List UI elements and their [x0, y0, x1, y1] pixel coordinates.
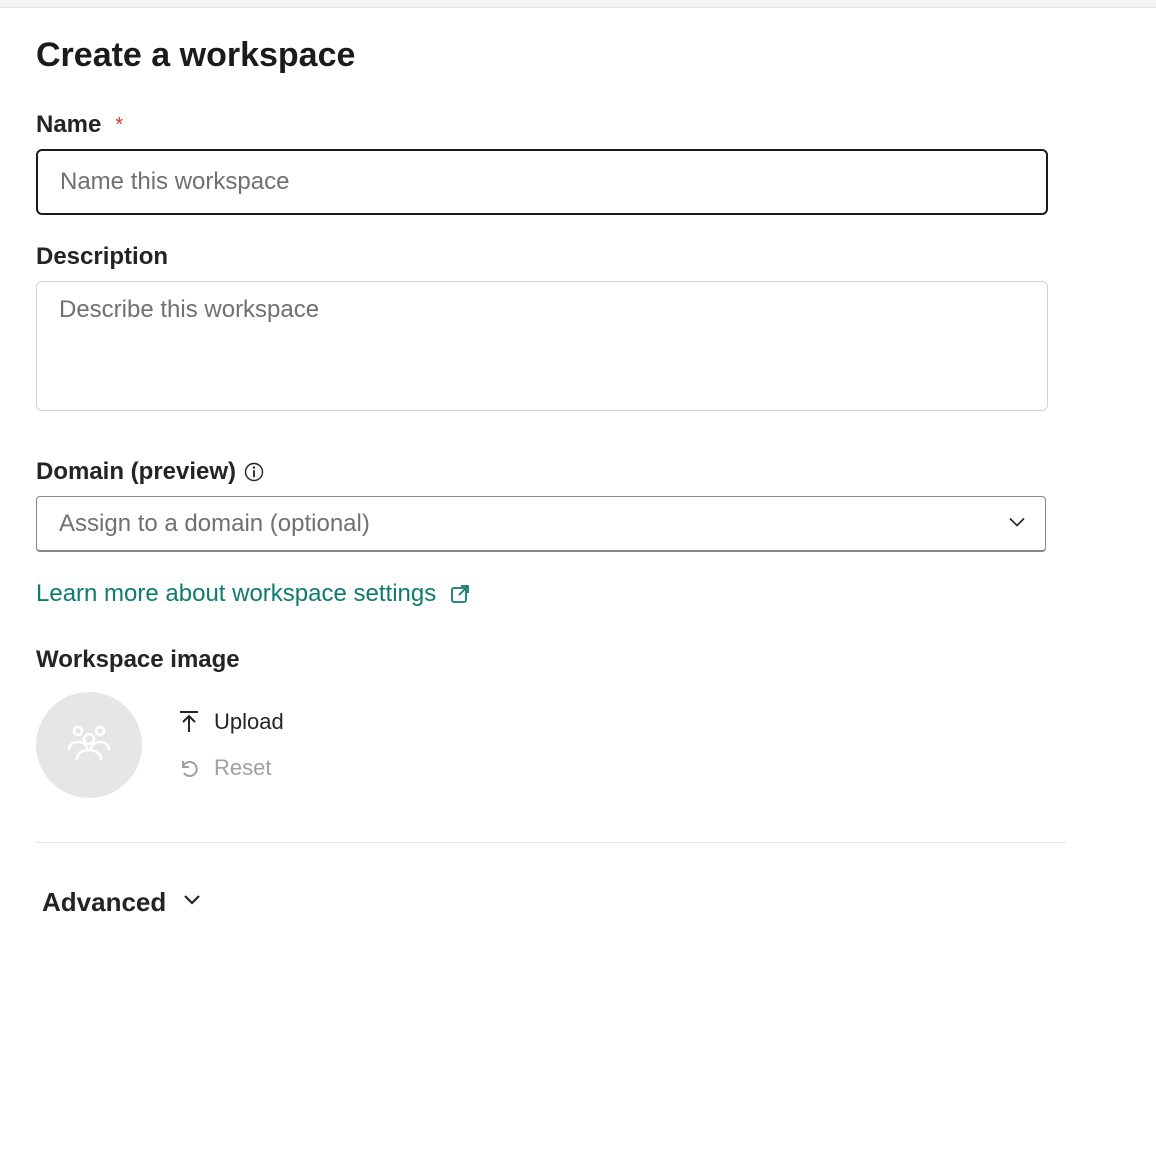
advanced-label: Advanced — [42, 887, 166, 918]
reset-button: Reset — [178, 755, 284, 781]
panel-top-border — [0, 0, 1156, 8]
section-divider — [36, 842, 1066, 843]
name-label-row: Name * — [36, 111, 1120, 139]
domain-select-placeholder: Assign to a domain (optional) — [59, 510, 370, 538]
workspace-image-placeholder — [36, 692, 142, 798]
people-icon — [63, 723, 115, 768]
domain-select[interactable]: Assign to a domain (optional) — [36, 496, 1046, 552]
create-workspace-panel: Create a workspace Name * Description Do… — [0, 8, 1156, 954]
info-icon[interactable] — [244, 462, 264, 482]
name-label: Name — [36, 111, 101, 139]
workspace-image-actions: Upload Reset — [178, 709, 284, 781]
description-label: Description — [36, 243, 168, 271]
domain-label-row: Domain (preview) — [36, 458, 1120, 486]
description-label-row: Description — [36, 243, 1120, 271]
required-asterisk: * — [115, 114, 123, 137]
domain-field: Domain (preview) Assign to a domain (opt… — [36, 458, 1120, 552]
learn-more-link[interactable]: Learn more about workspace settings — [36, 580, 436, 608]
learn-more-row: Learn more about workspace settings — [36, 580, 1120, 608]
upload-icon — [178, 710, 200, 734]
name-field: Name * — [36, 111, 1120, 215]
name-input[interactable] — [36, 149, 1048, 215]
reset-label: Reset — [214, 755, 271, 781]
external-link-icon — [448, 582, 472, 606]
description-input[interactable] — [36, 281, 1048, 411]
upload-label: Upload — [214, 709, 284, 735]
undo-icon — [178, 757, 200, 779]
upload-button[interactable]: Upload — [178, 709, 284, 735]
workspace-image-row: Upload Reset — [36, 692, 1120, 798]
workspace-image-section: Workspace image — [36, 646, 1120, 798]
domain-select-wrap: Assign to a domain (optional) — [36, 496, 1046, 552]
description-field: Description — [36, 243, 1120, 416]
workspace-image-label: Workspace image — [36, 646, 1120, 674]
domain-label: Domain (preview) — [36, 458, 236, 486]
chevron-down-icon — [180, 887, 204, 918]
page-title: Create a workspace — [36, 36, 1120, 75]
advanced-toggle[interactable]: Advanced — [36, 887, 1120, 918]
